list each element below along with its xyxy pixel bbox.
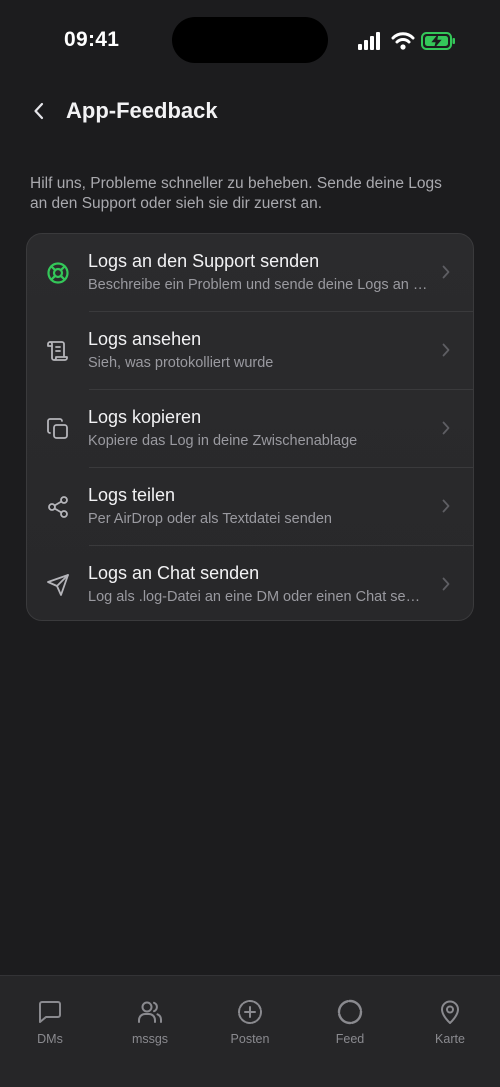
share-icon bbox=[45, 494, 71, 520]
back-button[interactable] bbox=[22, 94, 56, 128]
chevron-right-icon bbox=[442, 577, 450, 591]
tab-bar: DMs mssgs Posten Feed Karte bbox=[0, 975, 500, 1087]
description-text: Hilf uns, Probleme schneller zu beheben.… bbox=[30, 175, 442, 212]
page-title: App-Feedback bbox=[66, 98, 218, 123]
share-logs-row[interactable]: Logs teilen Per AirDrop oder als Textdat… bbox=[27, 468, 473, 546]
tab-label: DMs bbox=[37, 1032, 63, 1046]
row-title: Logs kopieren bbox=[88, 407, 202, 427]
battery-charging-icon bbox=[421, 32, 455, 50]
nav-header: App-Feedback bbox=[0, 88, 500, 134]
dynamic-island bbox=[172, 17, 328, 63]
map-pin-icon bbox=[441, 1000, 459, 1024]
wifi-icon bbox=[391, 32, 415, 50]
tab-mssgs[interactable]: mssgs bbox=[100, 998, 200, 1058]
users-icon bbox=[138, 1001, 162, 1023]
row-subtitle: Sieh, was protokolliert wurde bbox=[88, 355, 274, 371]
row-subtitle: Kopiere das Log in deine Zwischenablage bbox=[88, 433, 358, 449]
status-bar: 09:41 bbox=[0, 0, 500, 80]
copy-icon bbox=[45, 416, 71, 442]
lifebuoy-icon bbox=[45, 260, 71, 286]
row-subtitle: Per AirDrop oder als Textdatei senden bbox=[88, 511, 332, 527]
copy-logs-row[interactable]: Logs kopieren Kopiere das Log in deine Z… bbox=[27, 390, 473, 468]
tab-karte[interactable]: Karte bbox=[400, 998, 500, 1058]
circle-dashed-icon bbox=[337, 999, 363, 1025]
send-logs-to-chat-row[interactable]: Logs an Chat senden Log als .log-Datei a… bbox=[27, 546, 473, 620]
chevron-right-icon bbox=[442, 421, 450, 435]
message-square-icon bbox=[39, 1001, 61, 1023]
row-subtitle: Log als .log-Datei an eine DM oder einen… bbox=[88, 589, 428, 605]
cellular-signal-icon bbox=[358, 32, 380, 50]
row-title: Logs ansehen bbox=[88, 329, 202, 349]
scroll-icon bbox=[45, 338, 71, 364]
tab-dms[interactable]: DMs bbox=[0, 998, 100, 1058]
tab-posten[interactable]: Posten bbox=[200, 998, 300, 1058]
tab-label: mssgs bbox=[131, 1032, 169, 1046]
tab-feed[interactable]: Feed bbox=[300, 998, 400, 1058]
send-icon bbox=[45, 572, 71, 598]
tab-label: Karte bbox=[435, 1032, 465, 1046]
tab-label: Posten bbox=[230, 1032, 270, 1046]
send-logs-to-support-row[interactable]: Logs an den Support senden Beschreibe ei… bbox=[27, 234, 473, 312]
chevron-right-icon bbox=[442, 499, 450, 513]
view-logs-row[interactable]: Logs ansehen Sieh, was protokolliert wur… bbox=[27, 312, 473, 390]
chevron-left-icon bbox=[34, 102, 44, 120]
chevron-right-icon bbox=[442, 265, 450, 279]
row-title: Logs an Chat senden bbox=[88, 563, 260, 583]
row-title: Logs teilen bbox=[88, 485, 176, 505]
plus-circle-icon bbox=[238, 1000, 262, 1024]
status-time: 09:41 bbox=[64, 28, 120, 51]
tab-label: Feed bbox=[335, 1032, 365, 1046]
row-subtitle: Beschreibe ein Problem und sende deine L… bbox=[88, 277, 428, 293]
chevron-right-icon bbox=[442, 343, 450, 357]
app-feedback-screen: 09:41 App-Feedback Hilf uns, Probleme sc… bbox=[0, 0, 500, 1087]
log-actions-card: Logs an den Support senden Beschreibe ei… bbox=[26, 233, 474, 621]
row-title: Logs an den Support senden bbox=[88, 251, 320, 271]
